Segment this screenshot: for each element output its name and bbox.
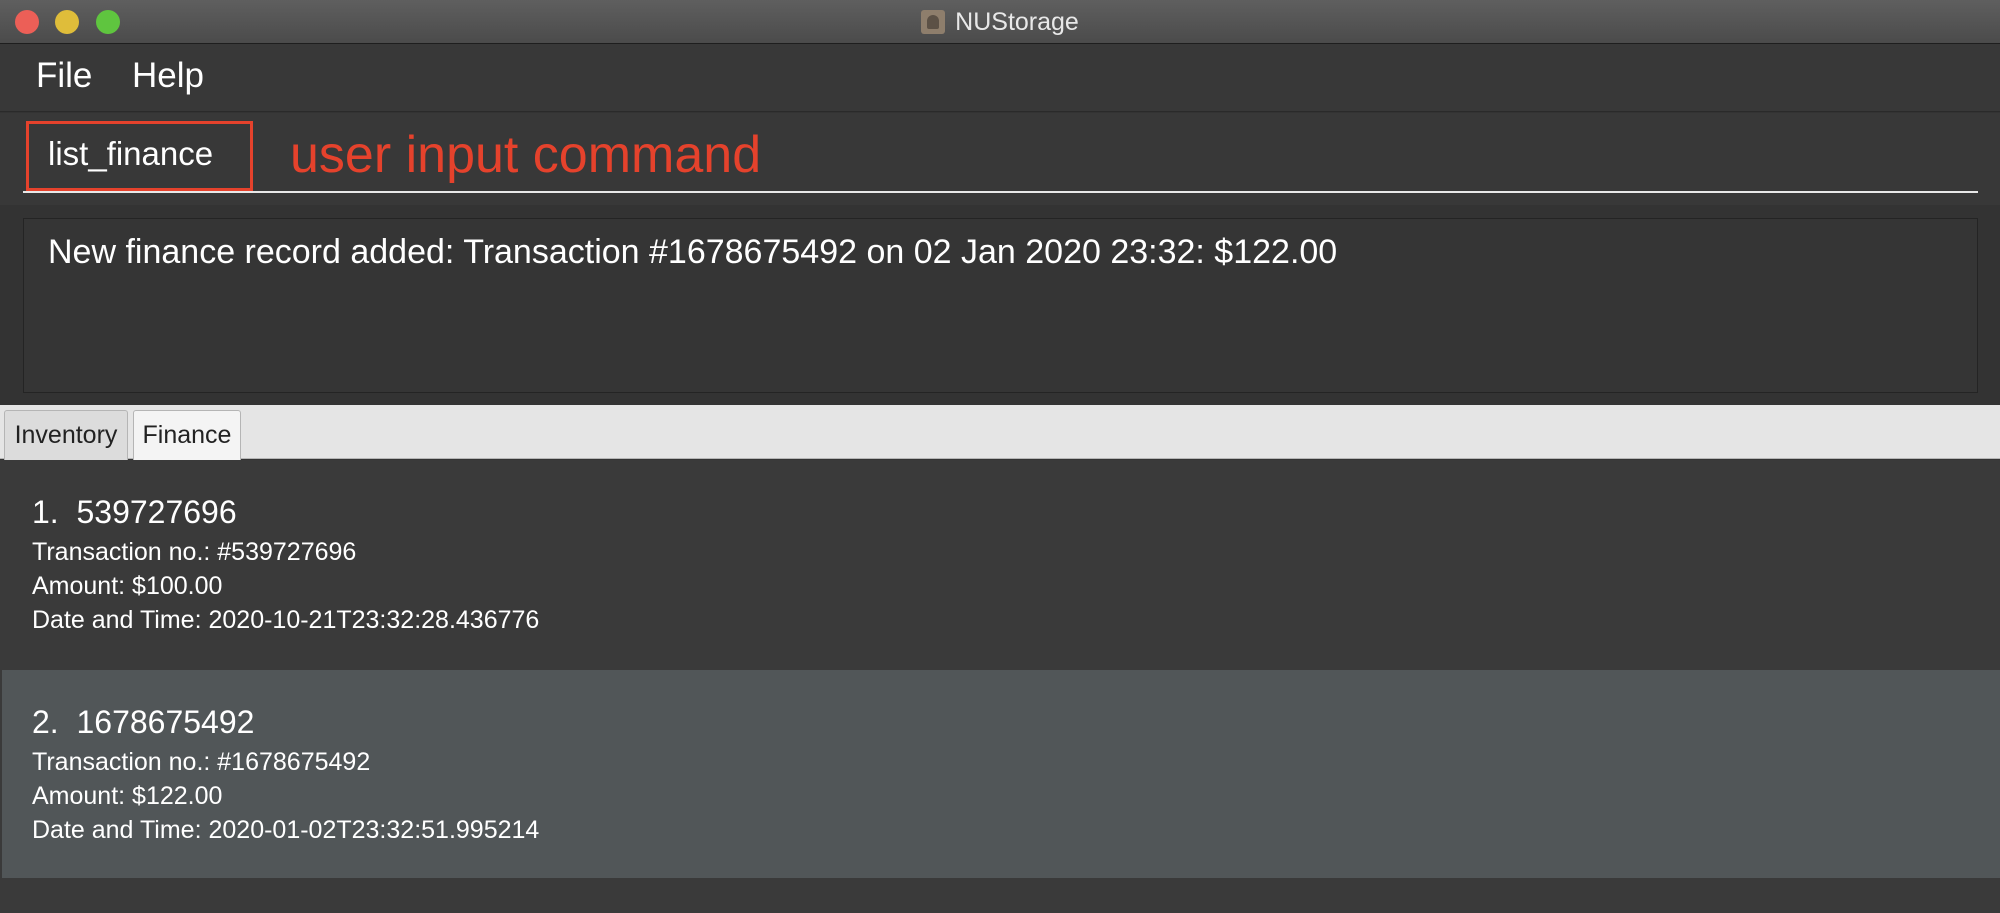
command-box: user input command — [0, 113, 2000, 205]
menu-bar: File Help — [0, 44, 2000, 112]
finance-record-list[interactable]: 1. 539727696 Transaction no.: #539727696… — [0, 460, 2000, 913]
tab-finance[interactable]: Finance — [133, 410, 241, 460]
finance-record-card[interactable]: 1. 539727696 Transaction no.: #539727696… — [2, 460, 2000, 668]
record-index: 2. — [32, 704, 59, 740]
record-transaction: Transaction no.: #1678675492 — [32, 748, 371, 776]
result-display: New finance record added: Transaction #1… — [23, 218, 1978, 393]
app-icon — [921, 10, 946, 34]
record-amount: Amount: $100.00 — [32, 572, 223, 600]
command-underline — [23, 191, 1978, 193]
window-title: NUStorage — [955, 7, 1079, 36]
record-id: 1678675492 — [76, 704, 255, 740]
record-amount: Amount: $122.00 — [32, 782, 223, 810]
record-id: 539727696 — [76, 494, 237, 530]
result-message: New finance record added: Transaction #1… — [48, 233, 1338, 271]
menu-file[interactable]: File — [36, 56, 92, 96]
window-title-group: NUStorage — [0, 0, 2000, 44]
record-datetime: Date and Time: 2020-10-21T23:32:28.43677… — [32, 606, 540, 634]
record-transaction: Transaction no.: #539727696 — [32, 538, 357, 566]
tab-bar: Inventory Finance — [0, 405, 2000, 460]
tab-inventory[interactable]: Inventory — [4, 410, 128, 460]
annotation-label: user input command — [290, 126, 762, 184]
record-header: 1. 539727696 — [32, 494, 237, 531]
record-header: 2. 1678675492 — [32, 704, 254, 741]
title-bar: NUStorage — [0, 0, 2000, 44]
menu-help[interactable]: Help — [132, 56, 204, 96]
record-datetime: Date and Time: 2020-01-02T23:32:51.99521… — [32, 816, 540, 844]
finance-record-card[interactable]: 2. 1678675492 Transaction no.: #16786754… — [2, 670, 2000, 878]
record-index: 1. — [32, 494, 59, 530]
